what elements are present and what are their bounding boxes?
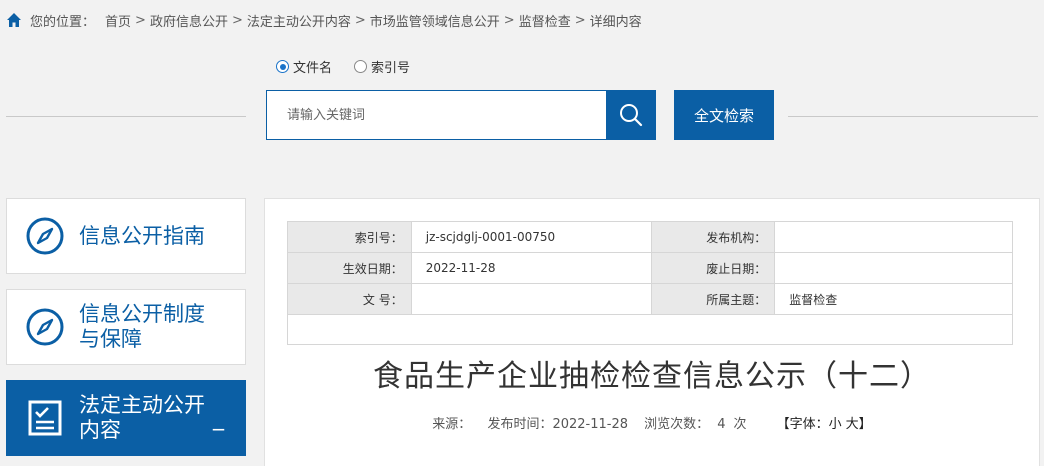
table-row: 索引号： jz-scjdglj-0001-00750 发布机构： [287, 221, 1013, 253]
views-label: 浏览次数： [644, 417, 710, 432]
font-open: 【字体： [776, 417, 829, 432]
views-unit: 次 [733, 417, 747, 432]
meta-value [410, 283, 652, 315]
breadcrumb-market-supervision[interactable]: 市场监管领域信息公开 [370, 11, 500, 30]
view-count: 浏览次数： 4 次 [644, 417, 746, 432]
breadcrumb-separator: > [354, 12, 366, 28]
search-button[interactable] [606, 91, 655, 139]
font-small-link[interactable]: 小 [829, 417, 842, 432]
radio-filename[interactable]: 文件名 [276, 57, 332, 76]
sidebar-item-label: 信息公开指南 [79, 223, 205, 248]
font-size-control: 【字体：小 大】 [777, 417, 872, 432]
breadcrumb-detail: 详细内容 [589, 14, 642, 30]
fulltext-search-button[interactable]: 全文检索 [674, 90, 774, 140]
breadcrumb-separator: > [503, 12, 515, 28]
sidebar-item-statutory[interactable]: 法定主动公开内容 _ [6, 380, 246, 456]
content-panel: 索引号： jz-scjdglj-0001-00750 发布机构： 生效日期： 2… [264, 198, 1040, 466]
meta-value: 2022-11-28 [410, 252, 652, 284]
breadcrumb-separator: > [231, 12, 243, 28]
meta-value [774, 221, 1013, 253]
meta-key: 生效日期： [287, 252, 412, 284]
breadcrumb-lead: 您的位置： [30, 14, 96, 30]
meta-blank-cell [287, 314, 1013, 345]
sidebar-item-guide[interactable]: 信息公开指南 [6, 198, 246, 274]
sidebar-item-system[interactable]: 信息公开制度与保障 [6, 289, 246, 365]
meta-value: jz-scjdglj-0001-00750 [410, 221, 652, 253]
meta-key: 所属主题： [650, 283, 776, 315]
table-row: 文 号： 所属主题： 监督检查 [287, 283, 1013, 315]
breadcrumb-separator: > [135, 12, 146, 28]
sidebar-item-label: 法定主动公开内容 [79, 393, 205, 442]
publish-date: 2022-11-28 [552, 417, 629, 432]
source-label: 来源： [432, 417, 472, 432]
table-row [287, 314, 1013, 345]
radio-filename-dot[interactable] [276, 60, 289, 73]
search-box [266, 90, 656, 140]
sidebar-item-label: 信息公开制度与保障 [79, 302, 205, 351]
search-mode-options: 文件名 索引号 [276, 57, 432, 76]
meta-key: 文 号： [287, 283, 412, 315]
divider-right [788, 116, 1038, 117]
breadcrumb: 您的位置： 首页 > 政府信息公开 > 法定主动公开内容 > 市场监管领域信息公… [6, 10, 642, 30]
article-meta: 来源： 发布时间：2022-11-28 浏览次数： 4 次 【字体：小 大】 [265, 413, 1039, 432]
compass-icon [26, 308, 64, 346]
table-row: 生效日期： 2022-11-28 废止日期： [287, 252, 1013, 284]
radio-filename-label: 文件名 [293, 61, 333, 76]
checklist-icon [28, 400, 62, 436]
breadcrumb-home[interactable]: 首页 [105, 11, 131, 30]
breadcrumb-inspection[interactable]: 监督检查 [519, 11, 571, 30]
meta-table: 索引号： jz-scjdglj-0001-00750 发布机构： 生效日期： 2… [287, 221, 1013, 345]
breadcrumb-gov-info[interactable]: 政府信息公开 [150, 11, 228, 30]
radio-index-label: 索引号 [371, 61, 411, 76]
search-input[interactable] [267, 91, 606, 139]
divider-left [6, 116, 246, 117]
publish-time: 发布时间：2022-11-28 [487, 417, 628, 432]
meta-key: 废止日期： [650, 252, 776, 284]
breadcrumb-separator: > [574, 12, 586, 28]
font-close: 】 [858, 417, 872, 432]
radio-index-number[interactable]: 索引号 [354, 57, 410, 76]
article-title: 食品生产企业抽检检查信息公示（十二） [373, 359, 931, 394]
search-icon [619, 104, 642, 127]
breadcrumb-statutory[interactable]: 法定主动公开内容 [247, 11, 351, 30]
meta-key: 索引号： [287, 221, 412, 253]
home-icon[interactable] [6, 12, 22, 28]
collapse-icon[interactable]: _ [213, 406, 224, 431]
compass-icon [26, 217, 64, 255]
publish-label: 发布时间： [487, 417, 553, 432]
meta-key: 发布机构： [650, 221, 776, 253]
meta-value [774, 252, 1013, 284]
radio-index-dot[interactable] [354, 60, 368, 73]
font-large-link[interactable]: 大 [846, 417, 859, 432]
meta-value: 监督检查 [774, 283, 1013, 315]
views-value: 4 [717, 417, 726, 432]
